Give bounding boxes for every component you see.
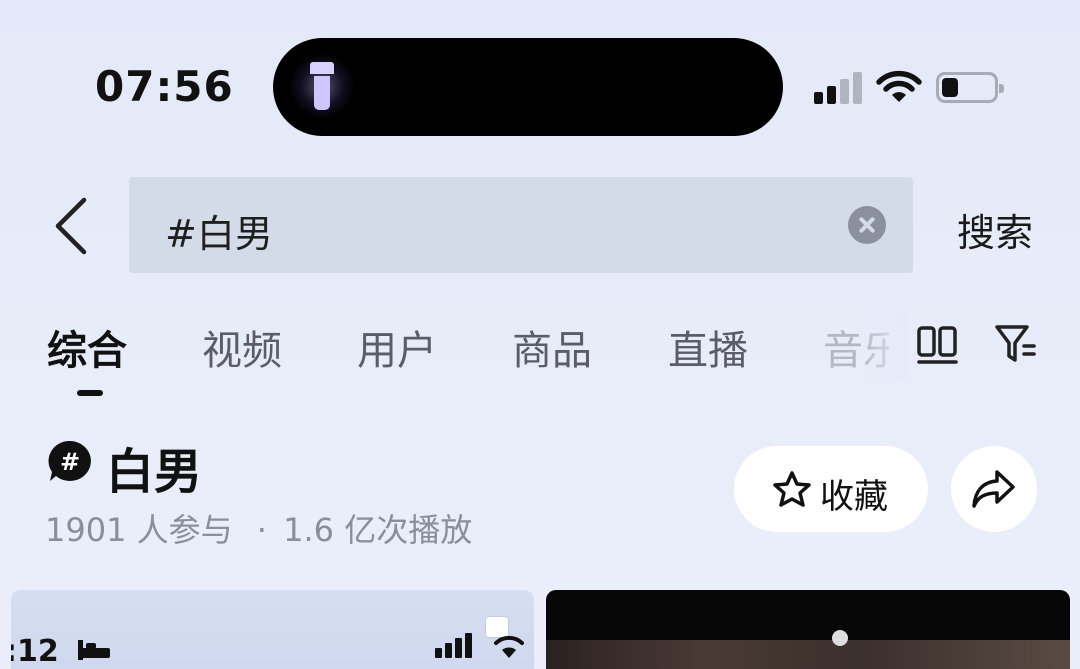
favorite-label: 收藏: [820, 477, 888, 517]
search-button[interactable]: 搜索: [957, 202, 1033, 257]
tab-video[interactable]: 视频: [202, 318, 282, 376]
tab-users[interactable]: 用户: [357, 318, 437, 376]
back-icon[interactable]: [50, 196, 96, 256]
tab-comprehensive[interactable]: 综合: [47, 318, 127, 376]
topic-plays: 1.6 亿次播放: [283, 511, 473, 549]
topic-title: 白男: [106, 444, 203, 500]
signal-icon: [435, 633, 472, 658]
share-button[interactable]: [951, 446, 1037, 532]
grid-view-icon[interactable]: [916, 325, 960, 365]
status-time: 07:56: [95, 62, 234, 111]
topic-stats: 1901 人参与 · 1.6 亿次播放: [45, 505, 472, 551]
search-query[interactable]: #白男: [165, 203, 273, 258]
active-tab-indicator: [77, 390, 103, 396]
svg-text:#: #: [60, 448, 80, 476]
topic-participants: 1901 人参与: [45, 511, 233, 549]
thumbnail-highlight: [832, 630, 848, 646]
share-icon: [972, 470, 1015, 508]
favorite-button[interactable]: 收藏: [734, 446, 928, 532]
star-icon: [773, 471, 811, 507]
battery-icon: [936, 72, 1004, 103]
video-thumbnail: [546, 640, 1070, 669]
tab-live[interactable]: 直播: [668, 318, 748, 376]
stats-separator: ·: [256, 511, 267, 549]
clear-icon[interactable]: [848, 206, 886, 244]
video-card[interactable]: [546, 590, 1070, 669]
signal-icon: [814, 72, 864, 104]
flashlight-icon[interactable]: [288, 54, 356, 118]
video-card[interactable]: :12: [11, 590, 534, 669]
search-input[interactable]: #白男: [129, 177, 913, 273]
tab-products[interactable]: 商品: [512, 318, 592, 376]
card-status-time: :12: [11, 634, 59, 669]
bed-icon: [78, 640, 110, 660]
wifi-icon: [876, 70, 922, 102]
wifi-icon: [494, 635, 524, 658]
hashtag-icon: #: [48, 440, 91, 481]
tabs-fade-overlay: [860, 310, 910, 380]
filter-icon[interactable]: [994, 322, 1038, 366]
